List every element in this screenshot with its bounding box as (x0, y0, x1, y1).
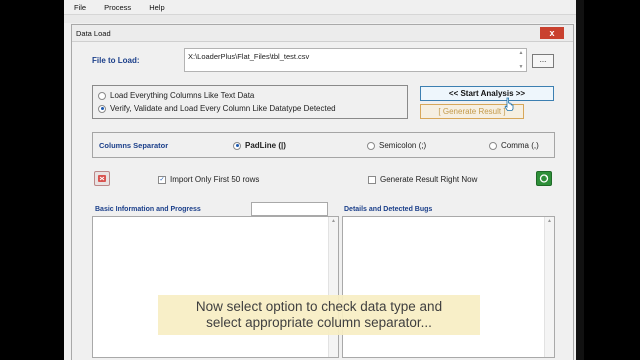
delete-icon (98, 175, 106, 182)
radio-icon[interactable] (98, 91, 106, 100)
columns-separator-group: Columns Separator PadLine (|) Semicolon … (92, 132, 555, 158)
import-first-rows-option[interactable]: ✓ Import Only First 50 rows (158, 175, 259, 184)
scroll-up-icon[interactable]: ▲ (545, 218, 554, 224)
refresh-icon (539, 174, 549, 183)
basic-info-label: Basic Information and Progress (95, 206, 201, 213)
reset-button[interactable] (94, 171, 110, 186)
toolbar-strip (64, 15, 576, 23)
menu-bar: File Process Help (64, 0, 576, 15)
vertical-scrollbar[interactable]: ▲ (544, 217, 554, 357)
details-label: Details and Detected Bugs (344, 206, 433, 213)
dialog-title: Data Load (76, 29, 111, 38)
basic-info-textarea[interactable]: ▲ (92, 216, 339, 358)
details-textarea[interactable]: ▲ (342, 216, 555, 358)
radio-selected-icon[interactable] (98, 104, 106, 113)
scroll-up-icon[interactable]: ▲ (518, 50, 524, 56)
progress-field[interactable] (251, 202, 328, 216)
semicolon-label: Semicolon (;) (379, 141, 427, 150)
browse-button[interactable]: ... (532, 54, 554, 68)
window-edge (576, 0, 584, 360)
radio-icon[interactable] (489, 141, 497, 150)
start-analysis-button[interactable]: << Start Analysis >> (420, 86, 554, 101)
menu-file[interactable]: File (64, 3, 94, 12)
separator-padline-option[interactable]: PadLine (|) (233, 141, 286, 150)
separator-comma-option[interactable]: Comma (,) (489, 141, 539, 150)
file-path-value: X:\LoaderPlus\Flat_Files\tbl_test.csv (188, 52, 310, 61)
menu-process[interactable]: Process (94, 3, 139, 12)
scroll-up-icon[interactable]: ▲ (329, 218, 338, 224)
menu-help[interactable]: Help (139, 3, 172, 12)
load-text-label: Load Everything Columns Like Text Data (110, 91, 255, 100)
separator-semicolon-option[interactable]: Semicolon (;) (367, 141, 426, 150)
caption-line-2: select appropriate column separator... (206, 315, 432, 330)
hand-cursor-icon (504, 97, 514, 111)
close-button[interactable]: x (540, 27, 564, 39)
load-mode-group: Load Everything Columns Like Text Data V… (92, 85, 408, 119)
padline-label: PadLine (|) (245, 141, 286, 150)
comma-label: Comma (,) (501, 141, 539, 150)
dialog-titlebar: Data Load x (72, 25, 573, 42)
load-text-option[interactable]: Load Everything Columns Like Text Data (98, 91, 254, 100)
radio-selected-icon[interactable] (233, 141, 241, 150)
tutorial-caption: Now select option to check data type and… (158, 295, 480, 335)
file-path-field[interactable]: X:\LoaderPlus\Flat_Files\tbl_test.csv ▲ … (184, 48, 527, 72)
file-to-load-label: File to Load: (92, 56, 140, 65)
verify-validate-option[interactable]: Verify, Validate and Load Every Column L… (98, 104, 336, 113)
refresh-button[interactable] (536, 171, 552, 186)
separator-label: Columns Separator (99, 141, 169, 150)
verify-validate-label: Verify, Validate and Load Every Column L… (110, 104, 336, 113)
checkbox-icon[interactable] (368, 175, 376, 184)
radio-icon[interactable] (367, 141, 375, 150)
vertical-scrollbar[interactable]: ▲ (328, 217, 338, 357)
generate-now-option[interactable]: Generate Result Right Now (368, 175, 477, 184)
scroll-down-icon[interactable]: ▼ (518, 64, 524, 70)
caption-line-1: Now select option to check data type and (195, 299, 443, 314)
generate-now-label: Generate Result Right Now (380, 175, 478, 184)
import-first-rows-label: Import Only First 50 rows (170, 175, 260, 184)
checkbox-checked-icon[interactable]: ✓ (158, 175, 166, 184)
